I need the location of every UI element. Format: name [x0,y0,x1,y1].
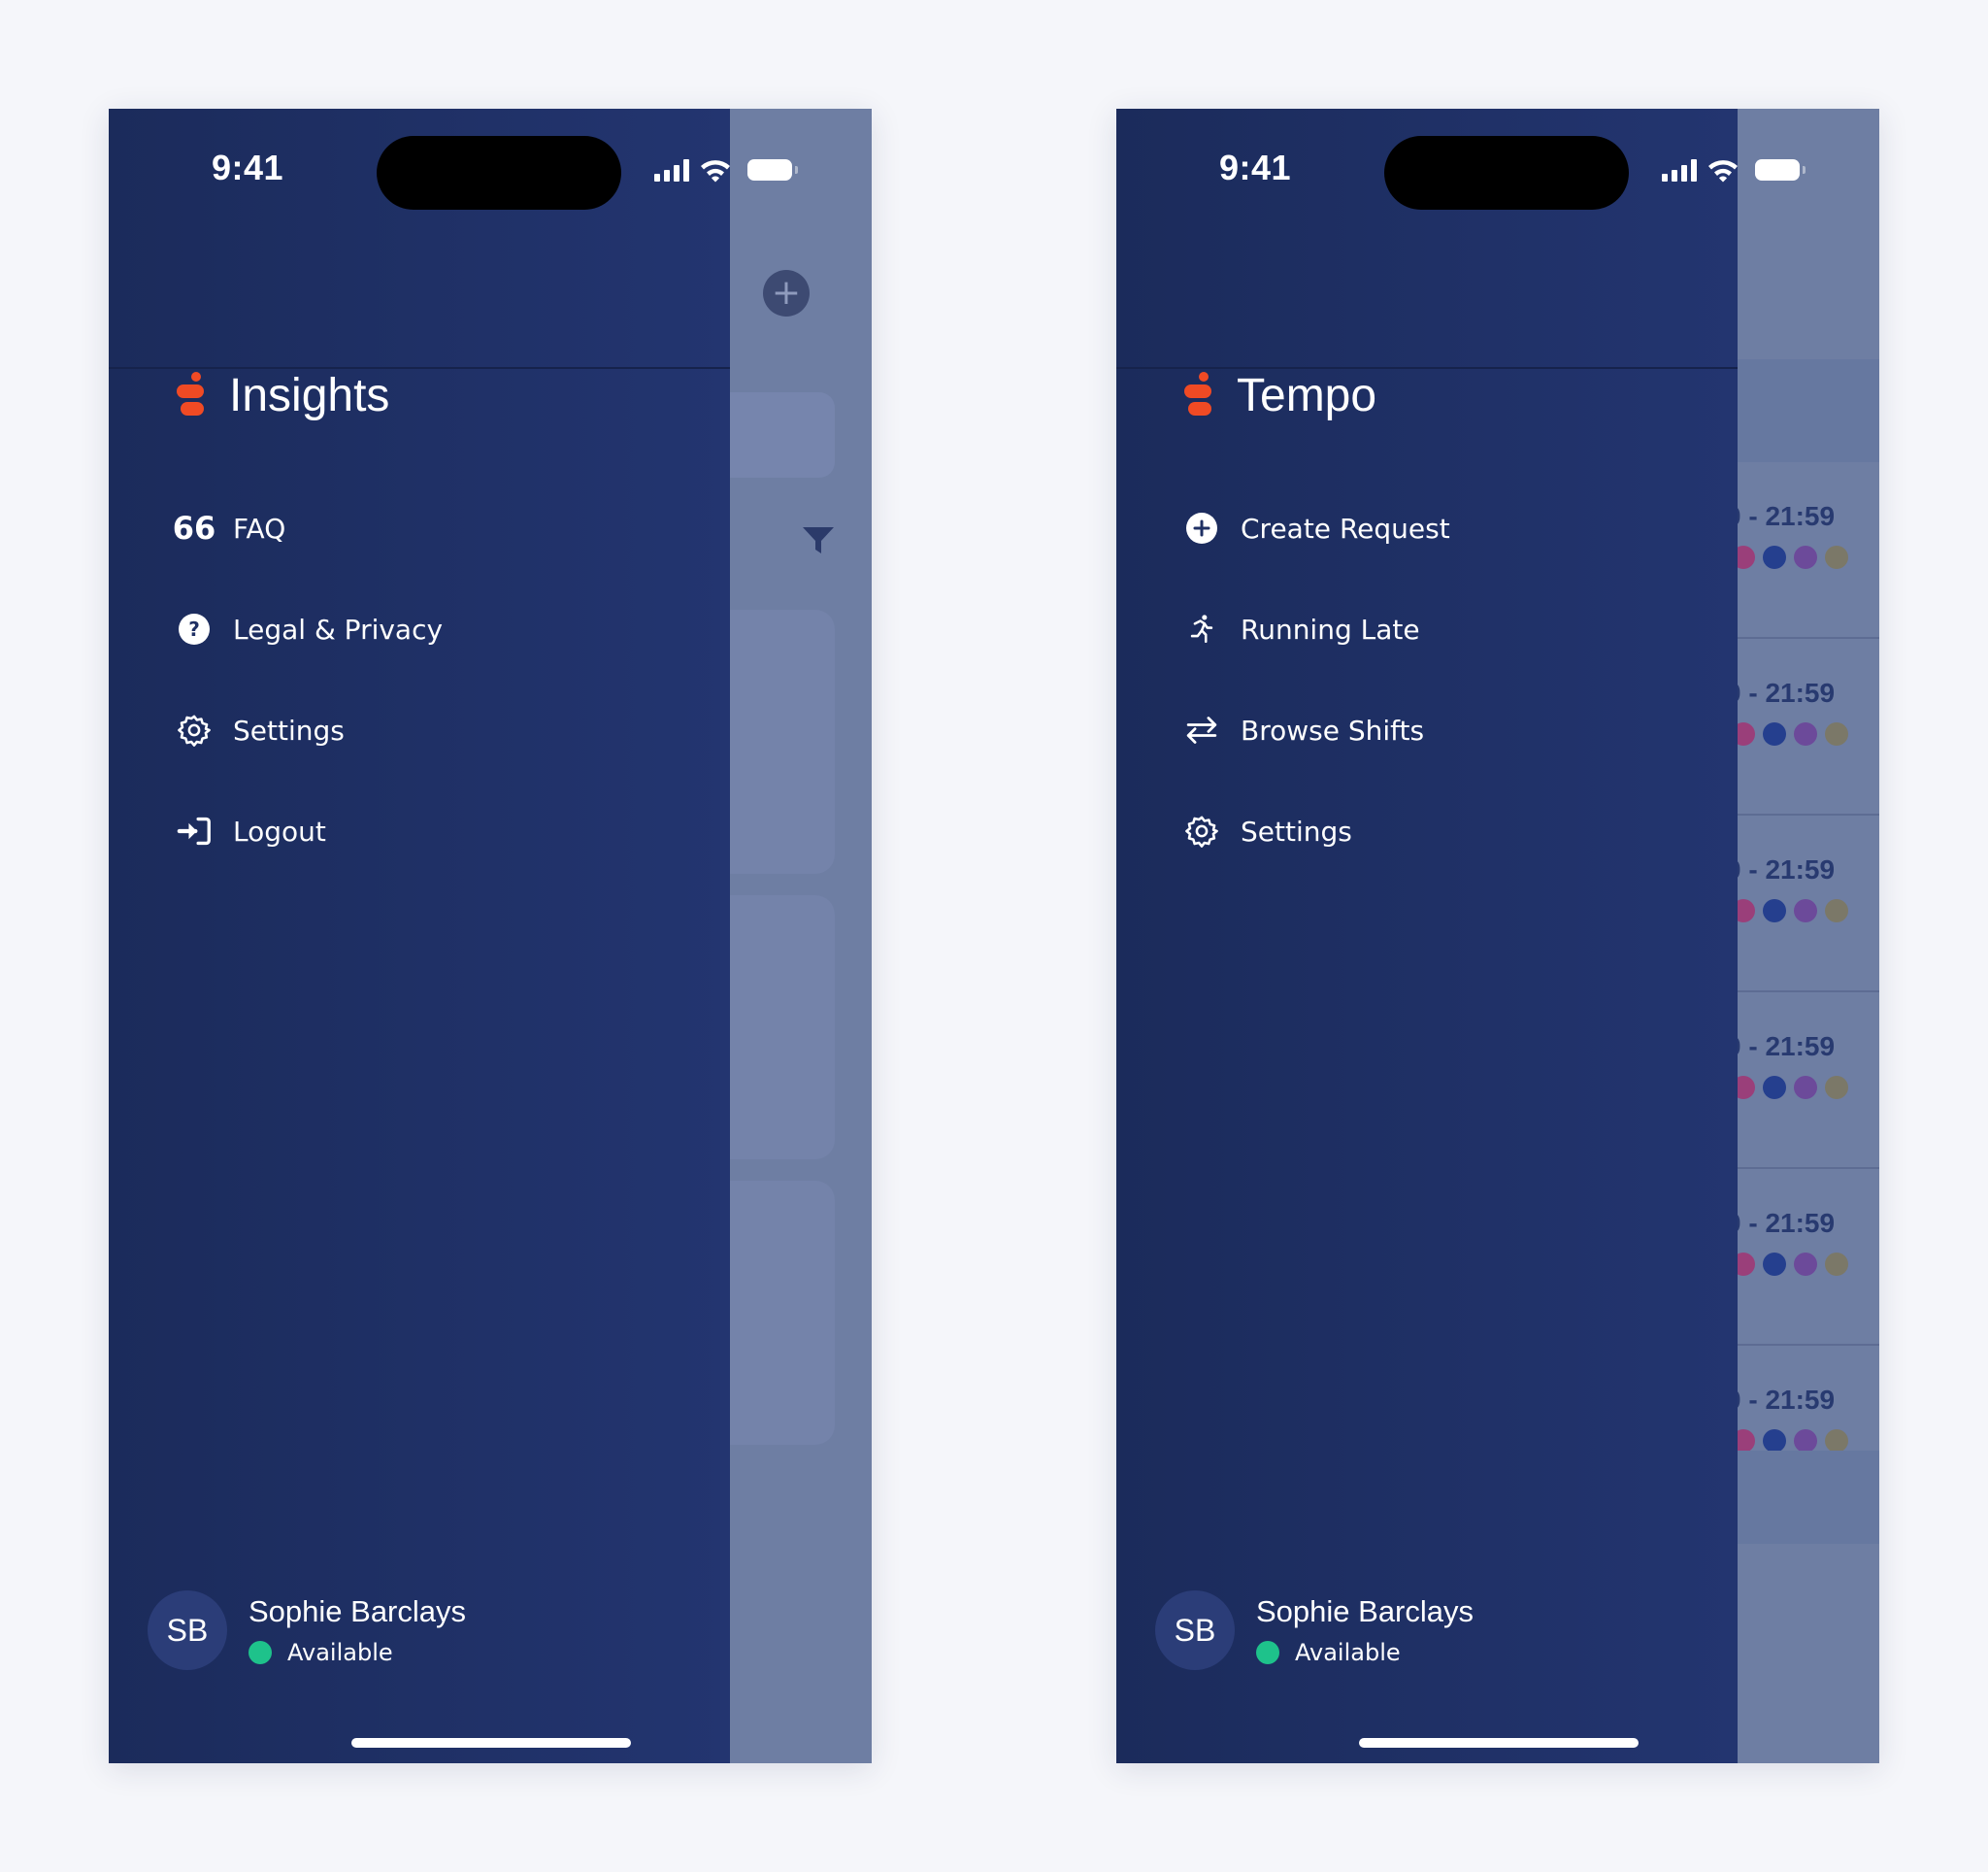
shift-dots [1732,1076,1848,1099]
menu-item-settings[interactable]: Settings [1182,781,1450,882]
shift-dots [1732,899,1848,922]
shift-time: 0 - 21:59 [1726,678,1836,708]
menu-item-label: Create Request [1241,512,1450,545]
plus-circle-icon [1182,509,1221,548]
home-indicator[interactable] [351,1738,631,1748]
background-footer-band [1738,1451,1879,1544]
shift-time: 0 - 21:59 [1738,1385,1836,1415]
shift-row: 0 - 21:59 [1726,992,1879,1169]
status-time: 9:41 [1219,148,1292,187]
cellular-signal-icon [654,158,689,182]
menu-item-label: Running Late [1241,613,1420,646]
shift-time: 0 - 21:59 [1726,1208,1836,1238]
app-brand: Tempo [1184,369,1376,422]
gear-icon [175,711,214,750]
shift-row: 0 - 21:59 [1726,462,1879,639]
battery-icon [1755,159,1806,181]
app-brand: Insights [177,369,389,422]
app-title: Insights [229,370,390,421]
status-label: Available [1295,1639,1401,1666]
shift-row: 0 - 21:59 [1726,639,1879,816]
wifi-icon [1708,160,1738,183]
battery-icon [747,159,798,181]
menu-item-label: Logout [233,815,326,848]
running-icon [1182,610,1221,649]
drawer-menu: Create Request Running Late Browse Shift… [1182,478,1450,882]
navigation-drawer: 9:41 Tempo Create Request Running Late B… [1116,109,1738,1763]
shift-row: 0 - 21:59 [1738,1346,1879,1451]
shift-dots [1732,722,1848,746]
gear-icon [1182,812,1221,851]
app-title: Tempo [1237,370,1377,421]
status-time: 9:41 [212,148,284,187]
svg-text:?: ? [188,618,200,641]
user-profile[interactable]: SB Sophie Barclays Available [1155,1590,1474,1670]
navigation-drawer: 9:41 Insights 66 FAQ ? Legal & Privacy S… [109,109,730,1763]
menu-item-label: Settings [1241,815,1352,848]
user-name: Sophie Barclays [248,1594,467,1628]
status-available-dot [248,1641,272,1664]
drawer-menu: 66 FAQ ? Legal & Privacy Settings Logout [172,478,443,882]
menu-item-settings[interactable]: Settings [175,680,443,781]
shift-row: 0 - 21:59 [1726,816,1879,992]
menu-item-label: Browse Shifts [1241,714,1425,747]
menu-item-label: Legal & Privacy [233,613,444,646]
avatar: SB [148,1590,227,1670]
user-status: Available [1256,1639,1474,1666]
status-label: Available [287,1639,393,1666]
avatar: SB [1155,1590,1235,1670]
app-logo-icon [1184,371,1211,416]
shift-time: 0 - 21:59 [1726,854,1836,885]
app-logo-icon [177,371,204,416]
shift-time: 0 - 21:59 [1726,1031,1836,1061]
home-indicator[interactable] [1359,1738,1639,1748]
menu-item-label: FAQ [233,512,286,545]
dynamic-island [1384,136,1629,210]
menu-item-create-request[interactable]: Create Request [1182,478,1450,579]
menu-item-faq[interactable]: 66 FAQ [172,478,443,579]
user-status: Available [248,1639,466,1666]
status-bar-icons [1662,157,1806,183]
menu-item-legal-privacy[interactable]: ? Legal & Privacy [175,579,443,680]
dynamic-island [377,136,621,210]
menu-item-browse-shifts[interactable]: Browse Shifts [1182,680,1450,781]
filter-icon [803,527,834,553]
shift-dots [1738,1429,1848,1451]
user-name: Sophie Barclays [1256,1594,1474,1628]
insights-phone-screen: + er er er 9:41 [109,109,872,1763]
menu-item-running-late[interactable]: Running Late [1182,579,1450,680]
plus-icon: + [771,273,802,313]
shift-dots [1732,546,1848,569]
shift-row: 0 - 21:59 [1726,1169,1879,1346]
tempo-phone-screen: 0 - 21:59 0 - 21:59 0 - 21:59 0 - 21:59 … [1116,109,1879,1763]
cellular-signal-icon [1662,158,1697,182]
status-bar-icons [654,157,798,183]
quote-icon: 66 [172,510,216,547]
menu-item-logout[interactable]: Logout [175,781,443,882]
shift-dots [1732,1253,1848,1276]
user-profile[interactable]: SB Sophie Barclays Available [148,1590,466,1670]
add-button[interactable]: + [763,270,810,317]
shift-time: 0 - 21:59 [1726,501,1836,531]
status-available-dot [1256,1641,1279,1664]
question-circle-icon: ? [175,610,214,649]
swap-arrows-icon [1182,711,1221,750]
wifi-icon [701,160,730,183]
menu-item-label: Settings [233,714,345,747]
logout-icon [175,812,214,851]
background-header-band [1738,359,1879,462]
